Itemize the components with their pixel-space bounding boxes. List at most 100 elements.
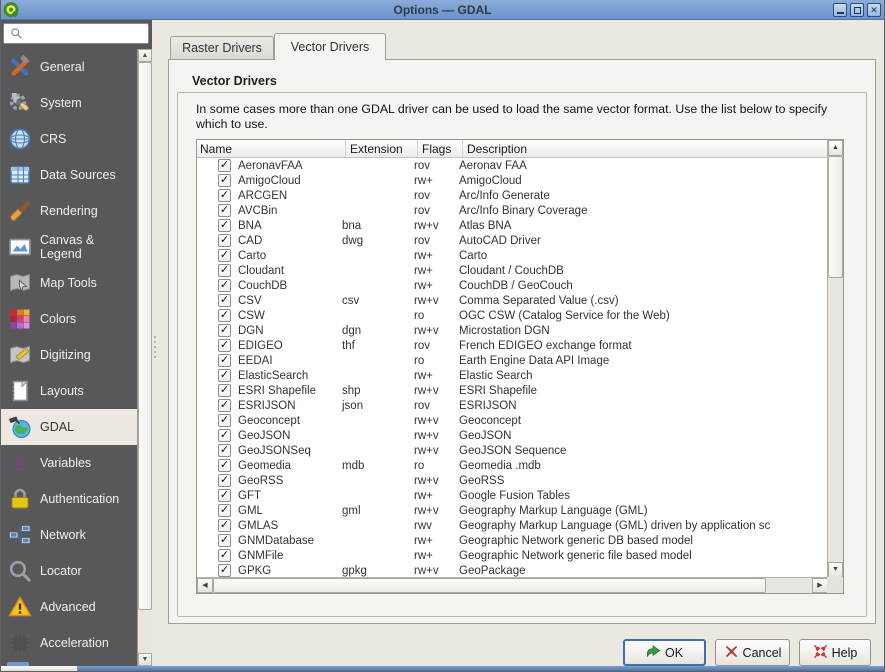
minimize-button[interactable]	[833, 3, 847, 17]
driver-checkbox[interactable]: ✓	[218, 309, 231, 322]
table-row[interactable]: ✓ GPKG gpkg rw+v GeoPackage	[197, 563, 843, 578]
search-input[interactable]	[24, 26, 148, 42]
sidebar-item-system[interactable]: System	[0, 85, 137, 121]
column-header-description[interactable]: Description	[462, 140, 843, 157]
driver-checkbox[interactable]: ✓	[218, 234, 231, 247]
table-row[interactable]: ✓ Carto rw+ Carto	[197, 248, 843, 263]
sidebar-item-advanced[interactable]: Advanced	[0, 589, 137, 625]
driver-checkbox[interactable]: ✓	[218, 324, 231, 337]
scroll-right-icon[interactable]: ▶	[812, 578, 828, 593]
driver-checkbox[interactable]: ✓	[218, 249, 231, 262]
driver-checkbox[interactable]: ✓	[218, 534, 231, 547]
column-header-extension[interactable]: Extension	[345, 140, 417, 157]
sidebar-search[interactable]	[3, 23, 149, 44]
sidebar-item-digitizing[interactable]: Digitizing	[0, 337, 137, 373]
vertical-scroll-thumb[interactable]	[828, 156, 843, 278]
table-row[interactable]: ✓ EDIGEO thf rov French EDIGEO exchange …	[197, 338, 843, 353]
sidebar-item-gdal[interactable]: GDAL	[0, 409, 137, 445]
table-row[interactable]: ✓ GNMFile rw+ Geographic Network generic…	[197, 548, 843, 563]
sidebar-item-data-sources[interactable]: Data Sources	[0, 157, 137, 193]
horizontal-scroll-thumb[interactable]	[213, 578, 766, 593]
table-row[interactable]: ✓ GeoJSON rw+v GeoJSON	[197, 428, 843, 443]
sidebar-item-locator[interactable]: Locator	[0, 553, 137, 589]
table-row[interactable]: ✓ AeronavFAA rov Aeronav FAA	[197, 158, 843, 173]
sidebar-item-variables[interactable]: ε Variables	[0, 445, 137, 481]
close-button[interactable]: ✕	[867, 3, 881, 17]
scroll-up-icon[interactable]: ▲	[828, 140, 843, 156]
driver-checkbox[interactable]: ✓	[218, 459, 231, 472]
table-row[interactable]: ✓ EEDAI ro Earth Engine Data API Image	[197, 353, 843, 368]
table-row[interactable]: ✓ GeoJSONSeq rw+v GeoJSON Sequence	[197, 443, 843, 458]
sidebar-item-acceleration[interactable]: Acceleration	[0, 625, 137, 661]
sidebar-item-crs[interactable]: CRS	[0, 121, 137, 157]
sidebar-scroll-thumb[interactable]	[138, 62, 152, 610]
scroll-down-icon[interactable]: ▼	[828, 562, 843, 578]
ok-button[interactable]: OK	[623, 639, 706, 666]
table-row[interactable]: ✓ AVCBin rov Arc/Info Binary Coverage	[197, 203, 843, 218]
sidebar-item-authentication[interactable]: Authentication	[0, 481, 137, 517]
driver-checkbox[interactable]: ✓	[218, 294, 231, 307]
table-row[interactable]: ✓ Cloudant rw+ Cloudant / CouchDB	[197, 263, 843, 278]
sidebar-item-layouts[interactable]: Layouts	[0, 373, 137, 409]
vertical-scrollbar[interactable]: ▲ ▼	[827, 140, 843, 578]
table-row[interactable]: ✓ CSW ro OGC CSW (Catalog Service for th…	[197, 308, 843, 323]
driver-checkbox[interactable]: ✓	[218, 489, 231, 502]
sidebar-item-colors[interactable]: Colors	[0, 301, 137, 337]
driver-checkbox[interactable]: ✓	[218, 279, 231, 292]
table-row[interactable]: ✓ CSV csv rw+v Comma Separated Value (.c…	[197, 293, 843, 308]
table-row[interactable]: ✓ AmigoCloud rw+ AmigoCloud	[197, 173, 843, 188]
driver-checkbox[interactable]: ✓	[218, 444, 231, 457]
sidebar-item-network[interactable]: Network	[0, 517, 137, 553]
table-row[interactable]: ✓ ElasticSearch rw+ Elastic Search	[197, 368, 843, 383]
driver-checkbox[interactable]: ✓	[218, 519, 231, 532]
sidebar-item-general[interactable]: General	[0, 49, 137, 85]
help-button[interactable]: Help	[799, 639, 871, 666]
table-row[interactable]: ✓ GML gml rw+v Geography Markup Language…	[197, 503, 843, 518]
driver-checkbox[interactable]: ✓	[218, 219, 231, 232]
table-row[interactable]: ✓ Geoconcept rw+v Geoconcept	[197, 413, 843, 428]
table-row[interactable]: ✓ DGN dgn rw+v Microstation DGN	[197, 323, 843, 338]
driver-checkbox[interactable]: ✓	[218, 384, 231, 397]
table-row[interactable]: ✓ Geomedia mdb ro Geomedia .mdb	[197, 458, 843, 473]
table-row[interactable]: ✓ ARCGEN rov Arc/Info Generate	[197, 188, 843, 203]
scroll-down-icon[interactable]: ▼	[138, 653, 152, 666]
sidebar-item-canvas-legend[interactable]: Canvas & Legend	[0, 229, 137, 265]
column-header-name[interactable]: Name	[197, 140, 345, 157]
column-header-flags[interactable]: Flags	[417, 140, 462, 157]
sidebar-scrollbar[interactable]: ▲ ▼	[137, 49, 152, 666]
scroll-left-icon[interactable]: ◀	[197, 578, 213, 593]
driver-checkbox[interactable]: ✓	[218, 339, 231, 352]
titlebar[interactable]: Options — GDAL ✕	[0, 0, 885, 20]
driver-checkbox[interactable]: ✓	[218, 174, 231, 187]
tab-raster-drivers[interactable]: Raster Drivers	[170, 36, 274, 59]
driver-checkbox[interactable]: ✓	[218, 204, 231, 217]
driver-checkbox[interactable]: ✓	[218, 189, 231, 202]
driver-checkbox[interactable]: ✓	[218, 504, 231, 517]
table-row[interactable]: ✓ GFT rw+ Google Fusion Tables	[197, 488, 843, 503]
table-row[interactable]: ✓ GMLAS rwv Geography Markup Language (G…	[197, 518, 843, 533]
maximize-button[interactable]	[850, 3, 864, 17]
splitter-handle[interactable]	[153, 336, 157, 362]
table-row[interactable]: ✓ GNMDatabase rw+ Geographic Network gen…	[197, 533, 843, 548]
table-row[interactable]: ✓ CAD dwg rov AutoCAD Driver	[197, 233, 843, 248]
driver-checkbox[interactable]: ✓	[218, 429, 231, 442]
tab-vector-drivers[interactable]: Vector Drivers	[274, 33, 386, 60]
driver-checkbox[interactable]: ✓	[218, 414, 231, 427]
table-row[interactable]: ✓ CouchDB rw+ CouchDB / GeoCouch	[197, 278, 843, 293]
sidebar-item-rendering[interactable]: Rendering	[0, 193, 137, 229]
driver-checkbox[interactable]: ✓	[218, 354, 231, 367]
table-row[interactable]: ✓ BNA bna rw+v Atlas BNA	[197, 218, 843, 233]
sidebar-item-map-tools[interactable]: Map Tools	[0, 265, 137, 301]
driver-checkbox[interactable]: ✓	[218, 264, 231, 277]
driver-checkbox[interactable]: ✓	[218, 399, 231, 412]
horizontal-scrollbar[interactable]: ◀ ▶	[197, 577, 828, 593]
driver-checkbox[interactable]: ✓	[218, 159, 231, 172]
table-row[interactable]: ✓ ESRI Shapefile shp rw+v ESRI Shapefile	[197, 383, 843, 398]
table-row[interactable]: ✓ GeoRSS rw+v GeoRSS	[197, 473, 843, 488]
driver-checkbox[interactable]: ✓	[218, 369, 231, 382]
driver-checkbox[interactable]: ✓	[218, 549, 231, 562]
scroll-up-icon[interactable]: ▲	[138, 49, 152, 62]
table-row[interactable]: ✓ ESRIJSON json rov ESRIJSON	[197, 398, 843, 413]
driver-checkbox[interactable]: ✓	[218, 474, 231, 487]
driver-checkbox[interactable]: ✓	[218, 564, 231, 577]
